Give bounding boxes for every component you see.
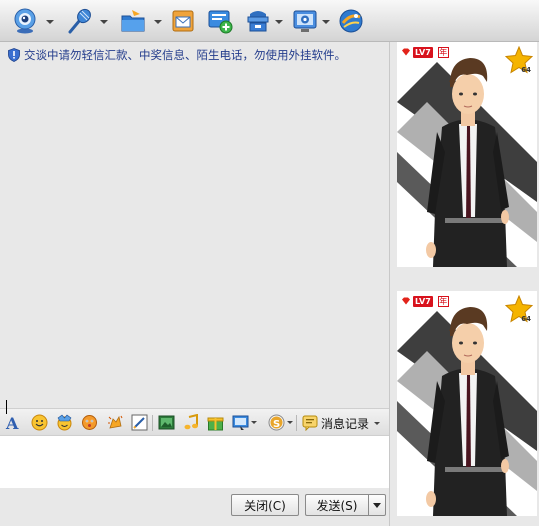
music-icon[interactable] [183, 414, 200, 431]
folder-icon [121, 10, 145, 32]
voice-dropdown-icon[interactable] [100, 20, 108, 24]
chat-panel: 交谈中请勿轻信汇款、中奖信息、陌生电话，勿使用外挂软件。 A S 消息记录 [0, 42, 390, 526]
level-text: LV7 [413, 46, 433, 58]
history-dropdown-icon[interactable] [374, 421, 381, 425]
create-group-button[interactable] [207, 8, 235, 36]
level-badge: LV7 年 [401, 295, 449, 307]
message-history-area[interactable] [0, 66, 389, 408]
diamond-icon [402, 297, 410, 305]
footer-bar: 关闭(C) 发送(S) [0, 488, 389, 526]
add-group-icon [208, 10, 233, 34]
vip-emoji-icon[interactable] [56, 414, 73, 431]
webcam-icon [14, 8, 36, 34]
chevron-down-icon [373, 502, 381, 508]
chat-history-icon [302, 415, 318, 431]
tools-dropdown-icon[interactable] [275, 20, 283, 24]
message-history-button[interactable]: 消息记录 [302, 413, 381, 433]
star-count: 64 [521, 66, 531, 74]
screenshot-icon[interactable] [232, 414, 249, 431]
doodle-icon[interactable] [131, 414, 148, 431]
send-image-icon[interactable] [158, 414, 175, 431]
svg-text:S: S [273, 419, 280, 430]
remote-desktop-icon [293, 10, 317, 32]
gift-icon[interactable] [207, 414, 224, 431]
show-panel: LV7 年 64 LV7 年 64 [390, 42, 539, 526]
toolbox-icon [247, 11, 269, 32]
remote-assist-button[interactable] [292, 8, 332, 36]
security-notice: 交谈中请勿轻信汇款、中奖信息、陌生电话，勿使用外挂软件。 [8, 47, 346, 63]
microphone-icon [68, 8, 91, 34]
currency-dropdown-icon[interactable] [287, 421, 293, 424]
send-button[interactable]: 发送(S) [305, 494, 368, 516]
level-text: LV7 [413, 295, 433, 307]
security-notice-text: 交谈中请勿轻信汇款、中奖信息、陌生电话，勿使用外挂软件。 [24, 48, 346, 62]
svg-text:A: A [5, 414, 19, 431]
screenshot-dropdown-icon[interactable] [251, 421, 257, 424]
video-call-button[interactable] [12, 8, 56, 36]
toolbar-divider [296, 415, 297, 431]
format-toolbar: A S 消息记录 [0, 408, 389, 436]
send-options-button[interactable] [368, 494, 386, 516]
voice-call-button[interactable] [66, 8, 110, 36]
font-icon[interactable]: A [5, 414, 22, 431]
star-count: 64 [521, 315, 531, 323]
app-store-icon [339, 9, 363, 33]
diamond-icon [402, 48, 410, 56]
contact-show-avatar[interactable]: LV7 年 64 [397, 42, 537, 267]
app-tools-button[interactable] [245, 8, 285, 36]
currency-s-icon[interactable]: S [268, 414, 285, 431]
app-store-button[interactable] [338, 8, 366, 36]
send-file-button[interactable] [120, 8, 164, 36]
history-label: 消息记录 [321, 416, 370, 431]
video-dropdown-icon[interactable] [46, 20, 54, 24]
shield-icon [8, 48, 20, 62]
close-button[interactable]: 关闭(C) [231, 494, 299, 516]
email-icon [172, 10, 194, 32]
year-vip-badge: 年 [437, 46, 449, 58]
remote-dropdown-icon[interactable] [322, 20, 330, 24]
shake-window-icon[interactable] [107, 414, 124, 431]
emoji-icon[interactable] [31, 414, 48, 431]
magic-emoji-icon[interactable] [81, 414, 98, 431]
year-vip-badge: 年 [437, 295, 449, 307]
level-badge: LV7 年 [401, 46, 449, 58]
top-toolbar [0, 0, 539, 42]
send-email-button[interactable] [170, 8, 198, 36]
file-dropdown-icon[interactable] [154, 20, 162, 24]
my-show-avatar[interactable]: LV7 年 64 [397, 291, 537, 516]
toolbar-divider [152, 415, 153, 431]
text-caret [6, 400, 7, 414]
